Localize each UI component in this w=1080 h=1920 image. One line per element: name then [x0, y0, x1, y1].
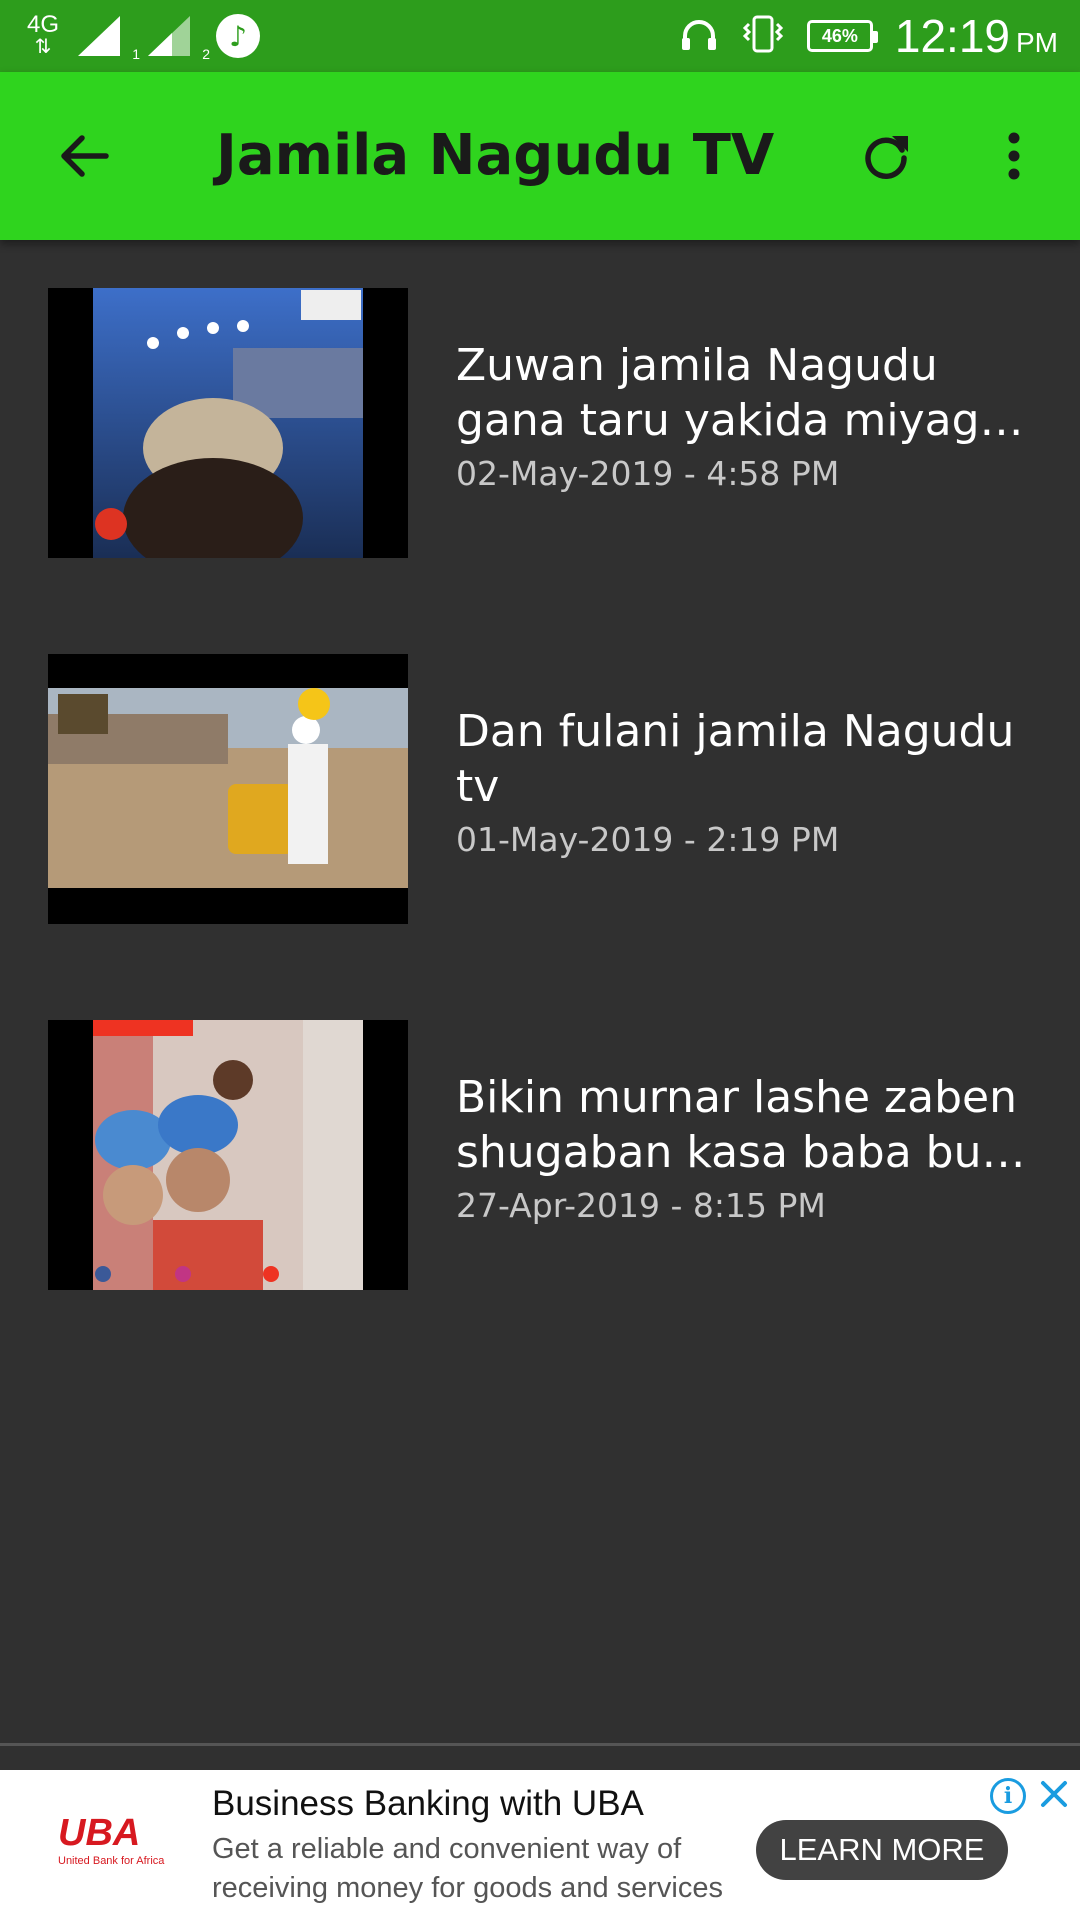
- app-bar: Jamila Nagudu TV: [0, 72, 1080, 240]
- thumbnail-image: [93, 1020, 363, 1290]
- video-title: Dan fulani jamila Nagudu tv: [456, 704, 1036, 814]
- video-title: Zuwan jamila Nagudu gana taru yakida miy…: [456, 338, 1036, 448]
- video-title-line: gana taru yakida miyagu…: [456, 395, 1036, 446]
- ad-title: Business Banking with UBA: [212, 1784, 644, 1823]
- ad-logo-subtitle: United Bank for Africa: [58, 1855, 165, 1867]
- clock-ampm: PM: [1016, 27, 1058, 58]
- ad-close-button[interactable]: [1036, 1776, 1072, 1812]
- video-title-line: tv: [456, 761, 500, 812]
- video-list-item[interactable]: Dan fulani jamila Nagudu tv 01-May-2019 …: [0, 654, 1080, 974]
- uba-logo: UBA United Bank for Africa: [58, 1812, 178, 1882]
- vibrate-icon: [741, 12, 785, 60]
- thumbnail-image: [48, 654, 408, 924]
- video-title: Bikin murnar lashe zaben shugaban kasa b…: [456, 1070, 1036, 1180]
- network-type-indicator: 4G ⇅: [24, 11, 62, 59]
- video-title-line: Dan fulani jamila Nagudu: [456, 706, 1015, 757]
- signal-sim2-icon: 2: [146, 14, 210, 62]
- more-vert-icon: [1008, 132, 1020, 180]
- music-note-icon: ♪: [216, 14, 260, 58]
- sim1-label: 1: [132, 46, 140, 62]
- data-arrows-icon: ⇅: [34, 36, 52, 58]
- signal-sim1-icon: 1: [76, 14, 140, 62]
- video-list-item[interactable]: Bikin murnar lashe zaben shugaban kasa b…: [0, 1020, 1080, 1340]
- close-icon: [1041, 1781, 1067, 1807]
- ad-logo-text: UBA: [58, 1812, 141, 1854]
- video-date: 02-May-2019 - 4:58 PM: [456, 454, 840, 493]
- thumbnail-image: [93, 288, 363, 558]
- learn-more-button[interactable]: LEARN MORE: [756, 1820, 1008, 1880]
- clock: 12:19 PM: [895, 9, 1058, 63]
- video-title-line: shugaban kasa baba buh…: [456, 1127, 1036, 1178]
- headphones-icon: [679, 14, 719, 58]
- arrow-back-icon: [61, 135, 109, 177]
- video-date: 01-May-2019 - 2:19 PM: [456, 820, 840, 859]
- video-date: 27-Apr-2019 - 8:15 PM: [456, 1186, 826, 1225]
- video-thumbnail: [48, 1020, 408, 1290]
- refresh-button[interactable]: [852, 122, 920, 190]
- video-thumbnail: [48, 288, 408, 558]
- ad-info-icon[interactable]: i: [990, 1778, 1026, 1814]
- sim2-label: 2: [202, 46, 210, 62]
- status-bar: 4G ⇅ 1 2 ♪ 46% 12:19 PM: [0, 0, 1080, 72]
- ad-description: Get a reliable and convenient way of rec…: [212, 1833, 723, 1904]
- more-options-button[interactable]: [980, 122, 1048, 190]
- battery-level: 46%: [821, 25, 858, 46]
- network-type-label: 4G: [26, 11, 59, 38]
- clock-time: 12:19: [894, 10, 1010, 62]
- video-title-line: Bikin murnar lashe zaben: [456, 1072, 1017, 1123]
- page-title: Jamila Nagudu TV: [216, 123, 775, 188]
- battery-icon: 46%: [806, 20, 878, 52]
- video-title-line: Zuwan jamila Nagudu: [456, 340, 938, 391]
- ad-banner[interactable]: UBA United Bank for Africa Business Bank…: [0, 1770, 1080, 1920]
- ad-divider: [0, 1743, 1080, 1746]
- video-thumbnail: [48, 654, 408, 924]
- refresh-icon: [865, 136, 908, 179]
- back-button[interactable]: [50, 122, 118, 190]
- video-list-item[interactable]: Zuwan jamila Nagudu gana taru yakida miy…: [0, 288, 1080, 608]
